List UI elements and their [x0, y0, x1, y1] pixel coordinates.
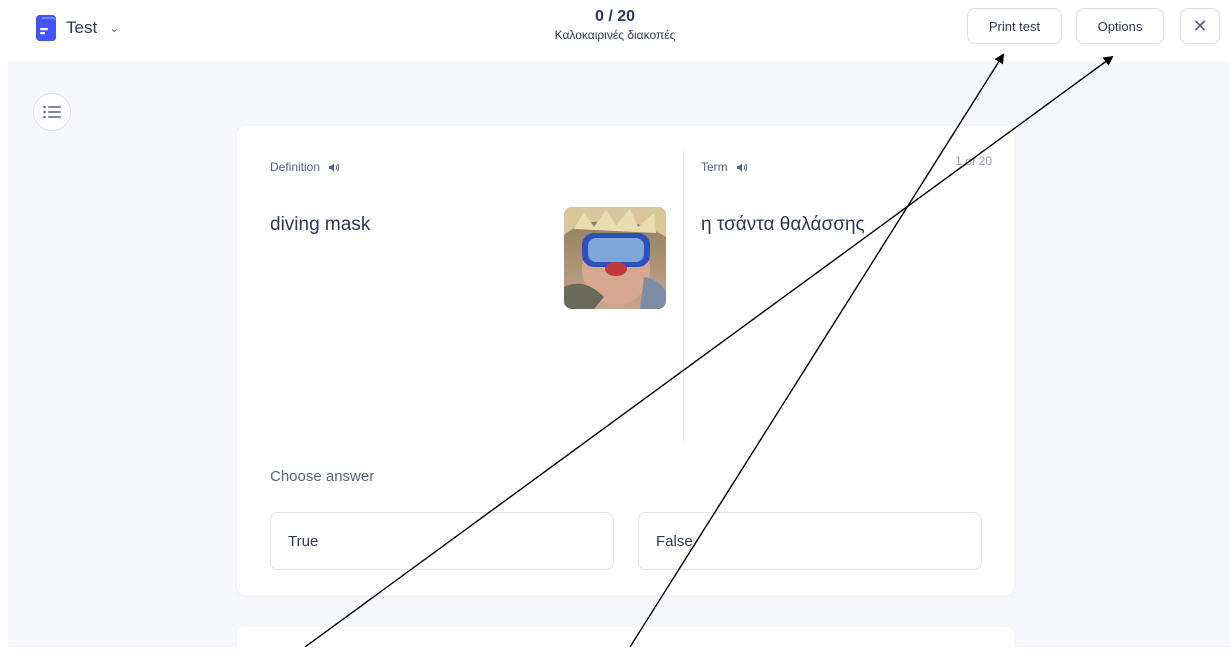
term-label: Term	[701, 160, 728, 174]
close-button[interactable]: ✕	[1180, 8, 1220, 44]
question-card: Definition Term 1 of 20 diving mask η τσ…	[237, 126, 1014, 595]
speaker-icon[interactable]	[736, 162, 748, 173]
term-header: Term	[701, 160, 748, 174]
term-text: η τσάντα θαλάσσης	[701, 214, 865, 235]
top-bar: Test ⌄ 0 / 20 Καλοκαιρινές διακοπές Prin…	[0, 0, 1230, 62]
table-of-contents-button[interactable]	[33, 93, 71, 131]
answer-false-button[interactable]: False	[638, 512, 982, 570]
definition-header: Definition	[270, 160, 340, 174]
definition-image	[564, 207, 666, 309]
definition-label: Definition	[270, 160, 321, 174]
answer-true-button[interactable]: True	[270, 512, 614, 570]
definition-text: diving mask	[270, 214, 371, 235]
print-test-button[interactable]: Print test	[967, 8, 1062, 44]
column-divider	[683, 151, 684, 441]
choose-answer-label: Choose answer	[270, 468, 375, 485]
question-counter: 1 of 20	[955, 154, 992, 168]
list-icon	[43, 105, 61, 119]
speaker-icon[interactable]	[328, 162, 340, 173]
close-icon: ✕	[1192, 15, 1208, 36]
next-question-card	[237, 627, 1014, 667]
options-button[interactable]: Options	[1076, 8, 1164, 44]
